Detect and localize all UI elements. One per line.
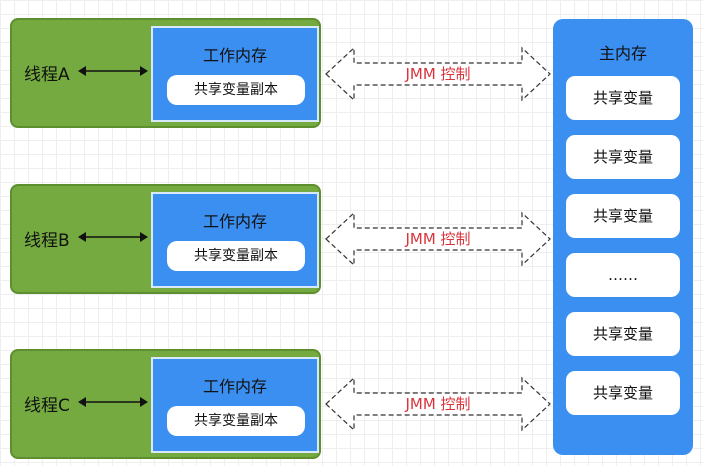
thread-b-working-memory: 工作内存 共享变量副本 bbox=[151, 192, 319, 288]
thread-c-working-memory: 工作内存 共享变量副本 bbox=[151, 357, 319, 453]
jmm-control-label: JMM 控制 bbox=[405, 395, 471, 413]
shared-variable-item: 共享变量 bbox=[566, 194, 680, 238]
thread-b-box: 线程B 工作内存 共享变量副本 bbox=[10, 184, 321, 294]
shared-variable-item: 共享变量 bbox=[566, 371, 680, 415]
double-arrow-icon bbox=[78, 66, 148, 76]
main-memory-box: 主内存 共享变量 共享变量 共享变量 …… 共享变量 共享变量 bbox=[553, 19, 693, 455]
jmm-control-arrow-b: JMM 控制 bbox=[324, 209, 552, 269]
double-arrow-icon bbox=[78, 397, 148, 407]
thread-a-box: 线程A 工作内存 共享变量副本 bbox=[10, 18, 321, 128]
thread-a-working-memory: 工作内存 共享变量副本 bbox=[151, 26, 319, 122]
shared-variable-item: 共享变量 bbox=[566, 312, 680, 356]
working-memory-title: 工作内存 bbox=[202, 377, 267, 396]
shared-variable-item: 共享变量 bbox=[566, 135, 680, 179]
double-arrow-icon bbox=[78, 232, 148, 242]
thread-b-label: 线程B bbox=[24, 231, 70, 251]
main-memory-title: 主内存 bbox=[598, 44, 647, 63]
shared-variable-list: 共享变量 共享变量 共享变量 …… 共享变量 共享变量 bbox=[566, 76, 680, 430]
thread-a-label: 线程A bbox=[24, 65, 70, 85]
jmm-control-arrow-a: JMM 控制 bbox=[324, 44, 552, 104]
ellipsis-item: …… bbox=[566, 253, 680, 297]
jmm-control-label: JMM 控制 bbox=[405, 65, 471, 83]
shared-variable-item: 共享变量 bbox=[566, 76, 680, 120]
shared-variable-copy: 共享变量副本 bbox=[167, 406, 305, 436]
jmm-control-label: JMM 控制 bbox=[405, 230, 471, 248]
thread-c-box: 线程C 工作内存 共享变量副本 bbox=[10, 349, 321, 459]
working-memory-title: 工作内存 bbox=[202, 212, 267, 231]
thread-c-label: 线程C bbox=[24, 396, 70, 416]
working-memory-title: 工作内存 bbox=[202, 46, 267, 65]
jmm-control-arrow-c: JMM 控制 bbox=[324, 374, 552, 434]
shared-variable-copy: 共享变量副本 bbox=[167, 241, 305, 271]
shared-variable-copy: 共享变量副本 bbox=[167, 75, 305, 105]
